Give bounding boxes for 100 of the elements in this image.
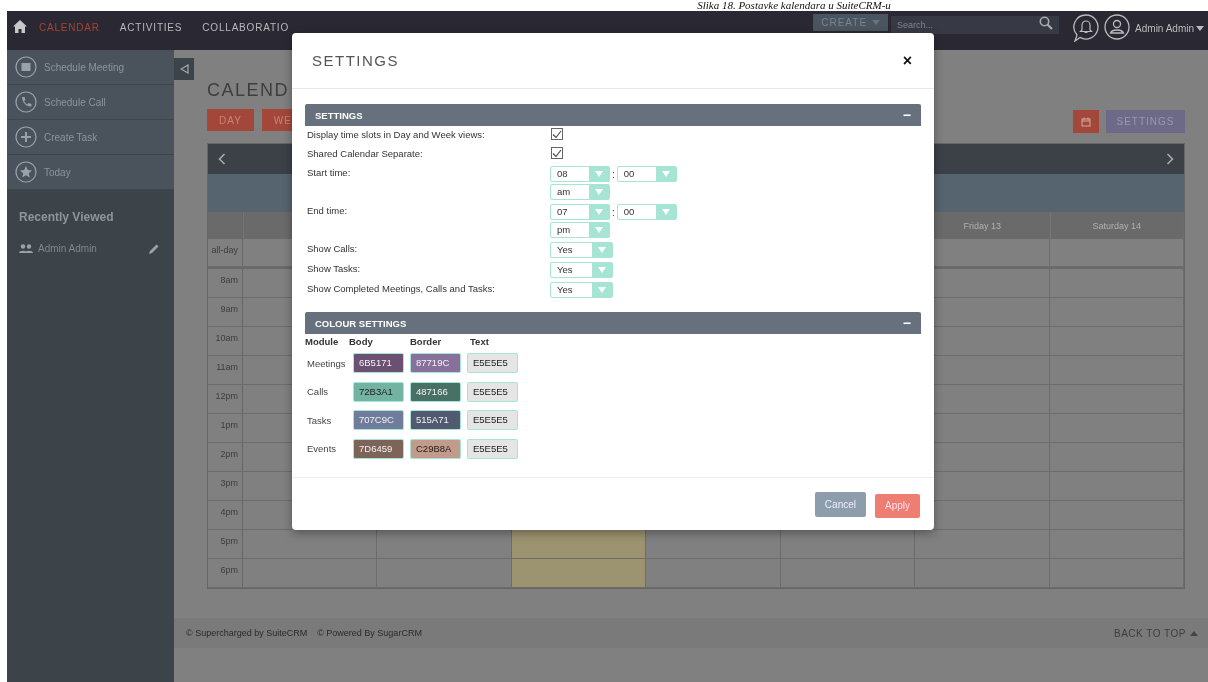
calendar-cell[interactable] <box>243 530 378 559</box>
column-header: Module <box>305 336 340 349</box>
calendar-cell[interactable] <box>243 559 378 588</box>
figure-caption: Slika 18. Postavke kalendara u SuiteCRM-u <box>696 0 892 11</box>
calendar-cell[interactable] <box>1049 501 1184 530</box>
time-separator: : <box>612 206 615 218</box>
calendar-icon <box>15 56 37 78</box>
calendar-cell[interactable] <box>377 559 512 588</box>
caret-icon <box>661 171 670 177</box>
checkbox[interactable] <box>551 128 563 140</box>
collapse-sidebar-button[interactable] <box>174 58 194 80</box>
colour-input[interactable]: 7D6459 <box>353 438 404 459</box>
panel-header[interactable]: COLOUR SETTINGS − <box>305 312 921 334</box>
calendar-cell[interactable] <box>646 559 781 588</box>
calendar-cell[interactable] <box>1049 472 1184 501</box>
caret-icon[interactable] <box>1196 26 1204 31</box>
panel-header[interactable]: SETTINGS − <box>305 104 921 126</box>
nav-tab[interactable]: COLLABORATIO <box>202 22 289 33</box>
close-button[interactable]: × <box>900 51 914 70</box>
colour-input[interactable]: 6B5171 <box>353 353 404 374</box>
chevron-right-icon[interactable] <box>1166 153 1174 165</box>
yes-no-select[interactable]: Yes <box>550 242 613 258</box>
day-header: Saturday 14 <box>1049 212 1184 239</box>
colour-input[interactable]: 487166 <box>410 381 461 402</box>
calendar-cell[interactable] <box>915 530 1050 559</box>
calendar-cell[interactable] <box>1049 269 1184 298</box>
plus-icon <box>15 126 37 148</box>
calendar-cell[interactable] <box>1049 559 1184 588</box>
calendar-cell[interactable] <box>511 530 647 559</box>
minute-select[interactable]: 00 <box>616 204 677 220</box>
pencil-icon[interactable] <box>149 243 160 254</box>
calendar-cell[interactable] <box>915 559 1050 588</box>
checkbox[interactable] <box>551 147 563 159</box>
dialog-title: SETTINGS <box>312 52 399 69</box>
colour-input[interactable]: E5E5E5 <box>467 381 518 402</box>
colour-input[interactable]: C29B8A <box>410 438 461 459</box>
colour-input[interactable]: 87719C <box>410 353 461 374</box>
caret-icon <box>598 287 606 293</box>
yes-no-select[interactable]: Yes <box>550 262 613 278</box>
module-label: Meetings <box>307 357 347 369</box>
time-cell: all-day <box>208 239 243 267</box>
section-title: Recently Viewed <box>19 210 115 224</box>
calendar-cell[interactable] <box>780 530 916 559</box>
colour-input[interactable]: 707C9C <box>353 410 404 431</box>
calendar-cell[interactable] <box>1049 327 1184 356</box>
calendar-cell[interactable] <box>646 530 781 559</box>
search-field[interactable]: Search... <box>891 16 1060 34</box>
column-header: Text <box>470 336 489 349</box>
calendar-cell[interactable] <box>377 530 512 559</box>
yes-no-select[interactable]: Yes <box>550 282 613 298</box>
calendar-cell[interactable] <box>1049 298 1184 327</box>
people-icon <box>19 244 33 253</box>
caret-icon <box>595 209 603 215</box>
calendar-cell[interactable] <box>780 559 916 588</box>
page-title: CALEND <box>207 80 291 101</box>
search-icon[interactable] <box>1039 16 1054 30</box>
user-menu[interactable]: Admin Admin <box>1135 23 1194 34</box>
calendar-cell[interactable] <box>1049 443 1184 472</box>
module-label: Events <box>307 443 338 455</box>
column-header: Body <box>349 336 374 349</box>
nav-tab[interactable]: ACTIVITIES <box>119 22 183 33</box>
notification-bell-icon[interactable] <box>1073 14 1100 42</box>
setting-label: Show Calls: <box>307 242 359 256</box>
minute-select[interactable]: 00 <box>616 166 677 182</box>
calendar-cell[interactable] <box>1049 239 1184 267</box>
module-label: Tasks <box>307 414 333 426</box>
colour-input[interactable]: E5E5E5 <box>467 410 518 431</box>
setting-label: Show Tasks: <box>307 262 362 276</box>
hour-select[interactable]: 07 <box>550 204 610 220</box>
home-icon[interactable] <box>13 20 27 33</box>
caret-up-icon[interactable] <box>1190 630 1198 636</box>
am-pm-select[interactable]: am <box>550 184 610 200</box>
colour-input[interactable]: 515A71 <box>410 410 461 431</box>
calendar-cell[interactable] <box>1049 530 1184 559</box>
colour-input[interactable]: 72B3A1 <box>353 381 404 402</box>
calendar-icon <box>1081 116 1091 127</box>
setting-label: End time: <box>307 204 349 218</box>
triangle-left-icon <box>179 64 189 74</box>
caret-icon <box>661 209 670 215</box>
caret-icon <box>598 267 606 273</box>
colour-input[interactable]: E5E5E5 <box>467 438 518 459</box>
setting-label: Shared Calendar Separate: <box>307 147 424 161</box>
caret-icon <box>598 247 606 253</box>
hour-select[interactable]: 08 <box>550 166 610 182</box>
user-avatar-icon[interactable] <box>1104 14 1131 40</box>
credit-text: © Supercharged by SuiteCRM <box>186 628 308 638</box>
setting-label: Show Completed Meetings, Calls and Tasks: <box>307 282 496 296</box>
calendar-cell[interactable] <box>1049 385 1184 414</box>
column-header: Border <box>410 336 443 349</box>
calendar-cell[interactable] <box>511 559 647 588</box>
calendar-cell[interactable] <box>1049 414 1184 443</box>
caret-icon <box>595 227 603 233</box>
chevron-left-icon[interactable] <box>218 153 226 165</box>
credit-text: © Powered By SugarCRM <box>317 628 422 638</box>
calendar-cell[interactable] <box>1049 356 1184 385</box>
time-separator: : <box>612 168 615 180</box>
colour-input[interactable]: E5E5E5 <box>467 353 518 374</box>
setting-label: Start time: <box>307 166 352 180</box>
calendar-button[interactable] <box>1073 110 1099 133</box>
am-pm-select[interactable]: pm <box>550 222 610 238</box>
